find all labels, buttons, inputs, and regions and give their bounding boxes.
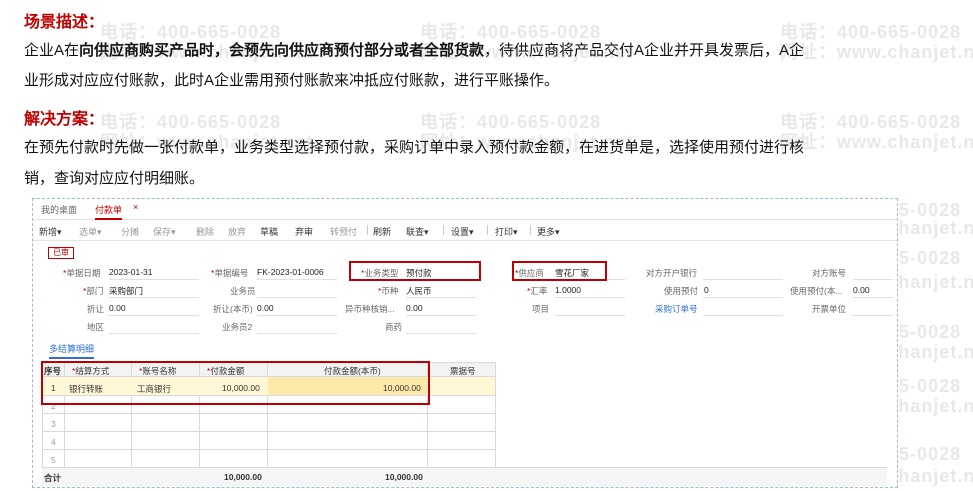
save-button[interactable]: 保存▾ <box>153 225 176 238</box>
solution-paragraph-line1: 在预先付款时先做一张付款单，业务类型选择预付款，采购订单中录入预付款金额，在进货… <box>24 139 805 156</box>
close-tab-icon[interactable]: × <box>133 202 138 212</box>
col-header-invoice: 票据号 <box>450 366 476 376</box>
tab-my-desktop[interactable]: 我的桌面 <box>41 203 77 216</box>
doc-no-field[interactable]: FK-2023-01-0006 <box>257 267 324 277</box>
payment-voucher-screenshot: 我的桌面 付款单 × 新增▾ 选单▾ 分摊 保存▾ 删除 放弃 草稿 弃审 转预… <box>32 198 898 488</box>
to-prepay-button[interactable]: 转预付 <box>330 225 357 238</box>
counterparty-account-label: 对方账号 <box>812 268 847 278</box>
doc-no-label: *单据编号 <box>211 268 249 278</box>
table-footer-totals: 合计 10,000.00 10,000.00 <box>42 467 887 486</box>
currency-label: *币种 <box>378 286 399 296</box>
scene-heading: 场景描述： <box>24 14 105 31</box>
chevron-down-icon: ▾ <box>513 227 518 237</box>
date-field[interactable]: 2023-01-31 <box>109 267 152 277</box>
total-amount-lc: 10,000.00 <box>385 472 423 482</box>
tab-payment-voucher[interactable]: 付款单 <box>95 203 123 220</box>
staff2-label: 业务员2 <box>222 322 253 332</box>
chevron-down-icon: ▾ <box>555 227 560 237</box>
solution-heading: 解决方案： <box>24 111 105 128</box>
discount-lc-label: 折让(本币) <box>213 304 253 314</box>
biz-type-highlight <box>349 261 481 281</box>
total-label: 合计 <box>44 473 62 483</box>
project-label: 项目 <box>532 304 550 314</box>
solution-paragraph-line2: 销，查询对应应付明细账。 <box>24 170 205 187</box>
scene-paragraph-line1: 企业A在向供应商购买产品时，会预先向供应商预付部分或者全部货款，待供应商将产品交… <box>24 42 805 59</box>
split-button[interactable]: 分摊 <box>121 225 139 238</box>
refresh-button[interactable]: 刷新 <box>373 225 391 238</box>
date-label: *单据日期 <box>63 268 101 278</box>
delete-button[interactable]: 删除 <box>196 225 214 238</box>
currency-field[interactable]: 人民币 <box>406 285 432 297</box>
select-order-button[interactable]: 选单▾ <box>79 225 102 238</box>
region-label: 地区 <box>87 322 105 332</box>
toolbar-divider <box>443 225 444 235</box>
toolbar-divider <box>367 225 368 235</box>
discard-button[interactable]: 放弃 <box>228 225 246 238</box>
dept-label: *部门 <box>83 286 104 296</box>
new-button[interactable]: 新增▾ <box>39 225 62 238</box>
link-query-button[interactable]: 联查▾ <box>406 225 429 238</box>
watermark-text: 电话：400-665-0028 <box>420 112 602 132</box>
row3-seq: 3 <box>51 419 56 429</box>
scene-paragraph-line2: 业形成对应应付账款，此时A企业需用预付账款来冲抵应付账款，进行平账操作。 <box>24 72 560 89</box>
more-button[interactable]: 更多▾ <box>537 225 560 238</box>
fx-writeoff-field[interactable]: 0.00 <box>406 303 423 313</box>
discount-field[interactable]: 0.00 <box>109 303 126 313</box>
counterparty-bank-label: 对方开户银行 <box>646 268 698 278</box>
row5-seq: 5 <box>51 455 56 465</box>
toolbar: 新增▾ 选单▾ 分摊 保存▾ 删除 放弃 草稿 弃审 转预付 刷新 联查▾ 设置… <box>33 220 897 241</box>
rate-field[interactable]: 1.0000 <box>555 285 581 295</box>
total-amount: 10,000.00 <box>224 472 262 482</box>
audited-status-badge: 已审 <box>48 247 74 259</box>
watermark-text: 电话：400-665-0028 <box>780 112 962 132</box>
settlement-row-highlight <box>41 361 430 405</box>
unaudit-button[interactable]: 弃审 <box>295 225 313 238</box>
staff-label: 业务员 <box>230 286 256 296</box>
use-prepay-lc-field[interactable]: 0.00 <box>853 285 870 295</box>
toolbar-divider <box>530 225 531 235</box>
use-prepay-field[interactable]: 0 <box>704 285 709 295</box>
tab-bar: 我的桌面 付款单 × <box>33 199 897 220</box>
chevron-down-icon: ▾ <box>424 227 429 237</box>
chevron-down-icon: ▾ <box>171 227 176 237</box>
print-button[interactable]: 打印▾ <box>495 225 518 238</box>
row4-seq: 4 <box>51 437 56 447</box>
draft-button[interactable]: 草稿 <box>260 225 278 238</box>
use-prepay-label: 使用预付 <box>664 286 699 296</box>
chevron-down-icon: ▾ <box>57 227 62 237</box>
rate-label: *汇率 <box>527 286 548 296</box>
purchase-order-link[interactable]: 采购订单号 <box>655 303 698 315</box>
invoice-unit-label: 开票单位 <box>812 304 847 314</box>
dept-field[interactable]: 采购部门 <box>109 285 143 297</box>
fx-writeoff-label: 异币种核销... <box>345 304 395 314</box>
settings-button[interactable]: 设置▾ <box>451 225 474 238</box>
watermark-text: 电话：400-665-0028 <box>100 112 282 132</box>
chevron-down-icon: ▾ <box>97 227 102 237</box>
supplier-highlight <box>512 261 607 281</box>
use-prepay-lc-label: 使用预付(本... <box>790 286 843 296</box>
tab-multi-settlement-detail[interactable]: 多结算明细 <box>49 342 95 359</box>
chevron-down-icon: ▾ <box>469 227 474 237</box>
toolbar-divider <box>487 225 488 235</box>
discount-lc-field[interactable]: 0.00 <box>257 303 274 313</box>
merchant-label: 商药 <box>385 322 403 332</box>
discount-label: 折让 <box>87 304 105 314</box>
